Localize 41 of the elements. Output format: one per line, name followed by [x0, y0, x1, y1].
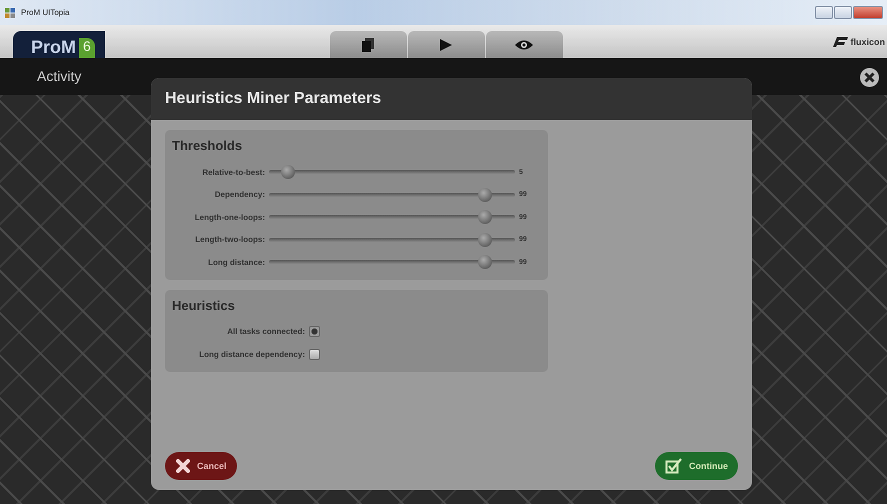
slider[interactable]	[269, 255, 515, 270]
panel-title: Activity	[37, 68, 82, 84]
slider[interactable]	[269, 210, 515, 224]
slider[interactable]	[269, 232, 515, 247]
eye-icon	[514, 38, 534, 50]
slider-thumb[interactable]	[478, 210, 492, 224]
app-logo: ProM 6	[13, 31, 105, 58]
checkbox[interactable]	[309, 326, 320, 338]
field-label: Dependency:	[214, 190, 265, 200]
close-icon[interactable]	[860, 68, 879, 87]
section-title: Heuristics	[172, 298, 236, 312]
field-label: Length-one-loops:	[194, 212, 265, 222]
slider-thumb[interactable]	[478, 232, 492, 247]
play-icon	[439, 38, 454, 52]
section-title: Thresholds	[172, 138, 244, 153]
slider-thumb[interactable]	[280, 165, 295, 180]
minimize-button[interactable]	[815, 6, 833, 19]
slider-thumb[interactable]	[478, 255, 492, 270]
window-title: ProM UITopia	[21, 8, 70, 17]
pages-icon	[362, 38, 374, 52]
app-icon	[4, 6, 16, 18]
field-label: Long distance dependency:	[198, 350, 305, 359]
slider[interactable]	[269, 165, 515, 180]
field-label: Length-two-loops:	[194, 235, 265, 244]
maximize-button[interactable]	[834, 6, 852, 19]
continue-button[interactable]: Continue	[655, 452, 738, 480]
checkbox-icon	[665, 458, 683, 474]
dialog-title: Heuristics Miner Parameters	[151, 78, 752, 120]
field-label: All tasks connected:	[226, 327, 305, 336]
slider[interactable]	[269, 188, 515, 202]
close-icon	[175, 458, 191, 474]
field-label: Relative-to-best:	[201, 168, 265, 177]
slider-thumb[interactable]	[478, 188, 492, 202]
tab[interactable]	[408, 31, 485, 58]
field-label: Long distance:	[207, 258, 265, 267]
brand-logo: fluxicon	[830, 36, 885, 46]
cancel-button[interactable]: Cancel	[165, 452, 237, 480]
tab[interactable]	[330, 31, 407, 58]
tab[interactable]	[486, 31, 563, 58]
close-button[interactable]	[853, 6, 883, 19]
checkbox[interactable]	[309, 348, 320, 360]
